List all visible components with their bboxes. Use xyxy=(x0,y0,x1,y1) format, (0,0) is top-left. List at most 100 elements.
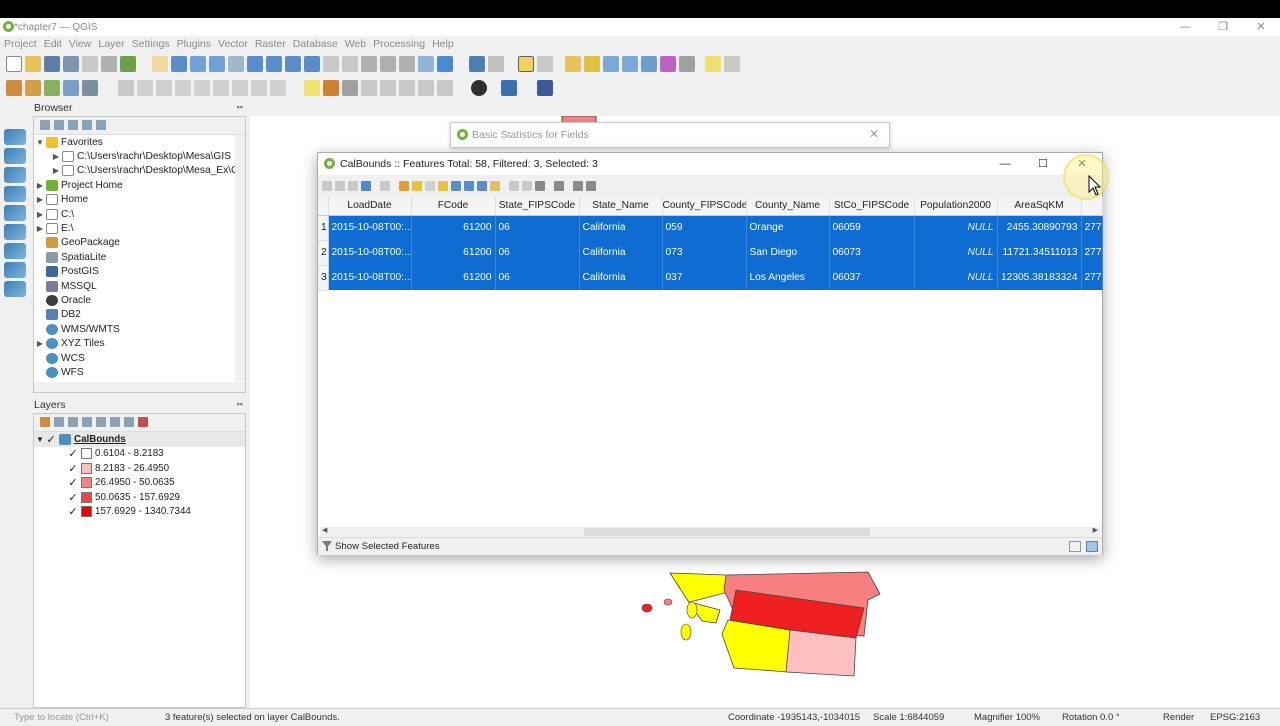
row-number[interactable]: 3 xyxy=(318,265,329,291)
cell-next[interactable]: 2772 xyxy=(1081,215,1103,240)
locator-input[interactable]: Type to locate (Ctrl+K) xyxy=(14,712,109,723)
layer-labeling-icon[interactable] xyxy=(323,80,339,96)
select-expression-icon[interactable] xyxy=(399,181,409,191)
rotate-label-icon[interactable] xyxy=(418,80,434,96)
remove-layer-icon[interactable] xyxy=(138,417,148,427)
close-icon[interactable]: ✕ xyxy=(869,127,879,141)
add-vector-layer-icon[interactable] xyxy=(4,129,26,145)
pan-to-selected-icon[interactable] xyxy=(477,181,487,191)
browser-item-favorites[interactable]: ▼ Favorites xyxy=(34,135,245,149)
zoom-native-icon[interactable] xyxy=(304,56,320,72)
column-header[interactable]: County_FIPSCode xyxy=(662,197,747,216)
attribute-table-icon[interactable] xyxy=(603,56,619,72)
data-source-manager-icon[interactable] xyxy=(6,80,22,96)
browser-vscrollbar[interactable] xyxy=(235,135,245,381)
paste-icon[interactable] xyxy=(522,181,532,191)
new-3d-view-icon[interactable] xyxy=(380,56,396,72)
identify-icon[interactable] xyxy=(469,56,485,72)
layer-styling-icon[interactable] xyxy=(40,417,50,427)
browser-item-oracle[interactable]: Oracle xyxy=(34,293,245,307)
pan-to-selection-icon[interactable] xyxy=(171,56,187,72)
add-group-icon[interactable] xyxy=(54,417,64,427)
cell-fcode[interactable]: 61200 xyxy=(411,265,496,290)
zoom-selection-icon[interactable] xyxy=(266,56,282,72)
field-calculator-icon[interactable] xyxy=(622,56,638,72)
vertex-tool-icon[interactable] xyxy=(156,80,172,96)
refresh-icon[interactable] xyxy=(437,56,453,72)
new-field-icon[interactable] xyxy=(535,181,545,191)
expand-arrow-icon[interactable]: ▶ xyxy=(50,152,62,161)
browser-item-wms[interactable]: WMS/WMTS xyxy=(34,322,245,336)
scroll-right-icon[interactable]: ▶ xyxy=(1093,526,1098,534)
python-console-icon[interactable] xyxy=(501,80,517,96)
gear-icon[interactable] xyxy=(641,56,657,72)
maximize-button[interactable]: ☐ xyxy=(1025,155,1061,173)
column-header[interactable]: Population2000 xyxy=(914,197,998,216)
column-header[interactable]: State_FIPSCode xyxy=(495,197,580,216)
row-number[interactable]: 1 xyxy=(318,215,329,241)
cell-stco-fips[interactable]: 06059 xyxy=(829,215,915,240)
expand-arrow-icon[interactable]: ▶ xyxy=(34,339,46,348)
statistics-sigma-icon[interactable] xyxy=(660,56,676,72)
table-view-icon[interactable] xyxy=(1086,541,1098,552)
action-icon[interactable] xyxy=(488,56,504,72)
render-checkbox[interactable]: Render xyxy=(1163,712,1194,723)
cell-next[interactable]: 2772 xyxy=(1081,265,1103,290)
cell-state-fips[interactable]: 06 xyxy=(495,265,580,290)
label-abc-icon[interactable] xyxy=(304,80,320,96)
collapse-all-icon[interactable] xyxy=(124,417,134,427)
cell-state-fips[interactable]: 06 xyxy=(495,240,580,265)
bookmark-icon[interactable] xyxy=(399,56,415,72)
edit-pencil-icon[interactable] xyxy=(63,80,79,96)
cell-state-name[interactable]: California xyxy=(579,215,663,240)
print-layout-icon[interactable] xyxy=(82,56,98,72)
change-label-icon[interactable] xyxy=(437,80,453,96)
style-manager-icon[interactable] xyxy=(120,56,136,72)
menu-edit[interactable]: Edit xyxy=(44,38,62,50)
row-number[interactable]: 2 xyxy=(318,240,329,266)
menu-raster[interactable]: Raster xyxy=(255,38,286,50)
menu-layer[interactable]: Layer xyxy=(98,38,124,50)
menu-project[interactable]: Project xyxy=(4,38,37,50)
copy-rows-icon[interactable] xyxy=(509,181,519,191)
legend-class[interactable]: ✓ 0.6104 - 8.2183 xyxy=(34,447,245,462)
layout-manager-icon[interactable] xyxy=(101,56,117,72)
new-map-view-icon[interactable] xyxy=(361,56,377,72)
legend-class[interactable]: ✓ 8.2183 - 26.4950 xyxy=(34,461,245,476)
cell-county-name[interactable]: San Diego xyxy=(746,240,830,265)
table-row[interactable]: 3 2015-10-08T00:... 61200 06 California … xyxy=(318,265,1103,291)
form-view-icon[interactable] xyxy=(1069,541,1081,552)
collapse-all-icon[interactable] xyxy=(82,120,92,130)
redo-icon[interactable] xyxy=(270,80,286,96)
cell-loaddate[interactable]: 2015-10-08T00:... xyxy=(328,240,412,265)
pan-icon[interactable] xyxy=(152,56,168,72)
info-icon[interactable] xyxy=(96,120,106,130)
refresh-icon[interactable] xyxy=(361,181,371,191)
browser-item-wfs[interactable]: WFS xyxy=(34,365,245,379)
panel-options-icon[interactable]: ▪▪ xyxy=(237,399,243,409)
cell-stco-fips[interactable]: 06073 xyxy=(829,240,915,265)
panel-options-icon[interactable]: ▪▪ xyxy=(237,102,243,112)
save-edits-icon[interactable] xyxy=(348,181,358,191)
minimize-button[interactable]: — xyxy=(987,155,1023,173)
corner-cell[interactable] xyxy=(318,197,329,216)
expand-arrow-icon[interactable]: ▶ xyxy=(34,224,46,233)
browser-item-favorite-2[interactable]: ▶ C:\Users\rachr\Desktop\Mesa_Ex\C xyxy=(34,164,245,178)
invert-selection-icon[interactable] xyxy=(425,181,435,191)
toggle-editing-icon[interactable] xyxy=(322,181,332,191)
conditional-formatting-icon[interactable] xyxy=(573,181,583,191)
scroll-thumb[interactable] xyxy=(584,528,870,536)
paste-icon[interactable] xyxy=(232,80,248,96)
scroll-left-icon[interactable]: ◀ xyxy=(322,526,327,534)
legend-class[interactable]: ✓ 50.0635 - 157.6929 xyxy=(34,490,245,505)
menu-plugins[interactable]: Plugins xyxy=(177,38,211,50)
scale-selector[interactable]: Scale 1:6844059 xyxy=(873,712,944,723)
cell-fcode[interactable]: 61200 xyxy=(411,215,496,240)
column-header[interactable]: StCo_FIPSCode xyxy=(829,197,915,216)
cell-loaddate[interactable]: 2015-10-08T00:... xyxy=(328,265,412,290)
cell-county-name[interactable]: Los Angeles xyxy=(746,265,830,290)
add-feature-icon[interactable] xyxy=(380,181,390,191)
new-geopackage-icon[interactable] xyxy=(25,80,41,96)
column-header[interactable]: State_Name xyxy=(579,197,663,216)
menu-settings[interactable]: Settings xyxy=(132,38,170,50)
